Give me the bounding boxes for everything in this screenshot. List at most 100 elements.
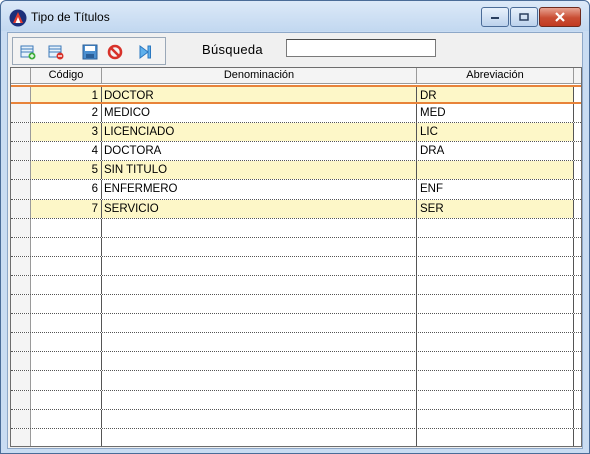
cell-codigo[interactable] (31, 409, 102, 428)
cell-abreviacion[interactable] (417, 390, 574, 409)
cell-denominacion[interactable] (102, 256, 417, 275)
cell-abreviacion[interactable]: ENF (417, 180, 574, 199)
cell-denominacion[interactable] (102, 371, 417, 390)
cell-codigo[interactable]: 6 (31, 180, 102, 199)
table-row[interactable]: 7 SERVICIO SER (11, 199, 581, 219)
cell-denominacion[interactable]: DOCTOR (102, 87, 417, 103)
cell-codigo[interactable]: 4 (31, 142, 102, 161)
edit-record-button[interactable] (80, 42, 100, 62)
cell-denominacion[interactable] (102, 333, 417, 352)
cell-codigo[interactable]: 5 (31, 161, 102, 180)
cell-codigo[interactable]: 7 (31, 199, 102, 218)
cell-abreviacion[interactable] (417, 295, 574, 314)
empty-row[interactable] (11, 371, 581, 391)
row-filler (574, 371, 581, 389)
cell-codigo[interactable] (31, 390, 102, 409)
cell-codigo[interactable] (31, 333, 102, 352)
close-button[interactable] (539, 7, 581, 27)
empty-row[interactable] (11, 295, 581, 315)
table-row[interactable]: 2 MEDICO MED (11, 104, 581, 124)
cell-abreviacion[interactable] (417, 371, 574, 390)
cell-abreviacion[interactable] (417, 314, 574, 333)
cell-codigo[interactable] (31, 352, 102, 371)
cell-denominacion[interactable] (102, 295, 417, 314)
cell-codigo[interactable] (31, 295, 102, 314)
column-header-codigo[interactable]: Código (31, 68, 102, 84)
cell-denominacion[interactable] (102, 428, 417, 446)
grid-rows: 1 DOCTOR DR 2 MEDICO MED 3 LICENCIADO LIC 4 DOCTOR… (11, 85, 581, 446)
row-filler (574, 200, 581, 218)
empty-row[interactable] (11, 237, 581, 257)
cell-abreviacion[interactable]: MED (417, 104, 574, 123)
cell-denominacion[interactable]: SERVICIO (102, 199, 417, 218)
cell-denominacion[interactable] (102, 237, 417, 256)
cell-abreviacion[interactable] (417, 352, 574, 371)
empty-row[interactable] (11, 314, 581, 334)
row-filler (574, 219, 581, 237)
cell-codigo[interactable] (31, 218, 102, 237)
empty-row[interactable] (11, 333, 581, 353)
cell-denominacion[interactable] (102, 275, 417, 295)
empty-row[interactable] (11, 409, 581, 429)
cell-abreviacion[interactable]: SER (417, 199, 574, 218)
table-row[interactable]: 4 DOCTORA DRA (11, 142, 581, 162)
cancel-button[interactable] (105, 42, 125, 62)
cell-codigo[interactable] (31, 237, 102, 256)
table-row[interactable]: 1 DOCTOR DR (11, 85, 581, 105)
minimize-icon (491, 17, 499, 19)
cell-abreviacion[interactable] (417, 409, 574, 428)
cell-denominacion[interactable]: DOCTORA (102, 142, 417, 161)
cell-codigo[interactable] (31, 428, 102, 446)
maximize-button[interactable] (510, 7, 538, 27)
cell-denominacion[interactable]: MEDICO (102, 104, 417, 123)
cell-denominacion[interactable] (102, 314, 417, 333)
minimize-button[interactable] (481, 7, 509, 27)
cell-codigo[interactable]: 1 (31, 87, 102, 103)
empty-row[interactable] (11, 390, 581, 410)
empty-row[interactable] (11, 218, 581, 238)
cell-codigo[interactable] (31, 314, 102, 333)
cell-abreviacion[interactable] (417, 428, 574, 446)
cell-abreviacion[interactable]: DR (417, 87, 574, 103)
cell-abreviacion[interactable] (417, 275, 574, 295)
add-record-button[interactable] (18, 42, 38, 62)
row-indicator (11, 87, 31, 103)
empty-row[interactable] (11, 256, 581, 276)
search-input[interactable] (286, 39, 436, 57)
cell-abreviacion[interactable]: LIC (417, 123, 574, 142)
title-bar[interactable]: Tipo de Títulos (1, 1, 589, 31)
last-record-button[interactable] (135, 42, 155, 62)
row-indicator (11, 390, 31, 409)
empty-row[interactable] (11, 275, 581, 296)
row-filler (574, 391, 581, 409)
cell-denominacion[interactable] (102, 390, 417, 409)
empty-row[interactable] (11, 428, 581, 446)
cell-denominacion[interactable]: SIN TITULO (102, 161, 417, 180)
table-row[interactable]: 5 SIN TITULO (11, 161, 581, 181)
row-filler (574, 276, 581, 294)
column-header-abreviacion[interactable]: Abreviación (417, 68, 574, 84)
cell-abreviacion[interactable] (417, 218, 574, 237)
cell-abreviacion[interactable] (417, 333, 574, 352)
column-header-denominacion[interactable]: Denominación (102, 68, 417, 84)
cell-denominacion[interactable] (102, 409, 417, 428)
cell-codigo[interactable]: 2 (31, 104, 102, 123)
last-record-icon (139, 45, 151, 59)
cell-codigo[interactable] (31, 275, 102, 295)
cell-denominacion[interactable]: ENFERMERO (102, 180, 417, 199)
cell-abreviacion[interactable] (417, 237, 574, 256)
empty-row[interactable] (11, 352, 581, 372)
cell-abreviacion[interactable]: DRA (417, 142, 574, 161)
cell-denominacion[interactable]: LICENCIADO (102, 123, 417, 142)
toolbar (12, 37, 166, 65)
table-row[interactable]: 3 LICENCIADO LIC (11, 123, 581, 143)
cell-denominacion[interactable] (102, 218, 417, 237)
cell-abreviacion[interactable] (417, 256, 574, 275)
cell-abreviacion[interactable] (417, 161, 574, 180)
cell-codigo[interactable] (31, 371, 102, 390)
cell-codigo[interactable] (31, 256, 102, 275)
table-row[interactable]: 6 ENFERMERO ENF (11, 180, 581, 200)
cell-denominacion[interactable] (102, 352, 417, 371)
cell-codigo[interactable]: 3 (31, 123, 102, 142)
delete-record-button[interactable] (46, 42, 66, 62)
